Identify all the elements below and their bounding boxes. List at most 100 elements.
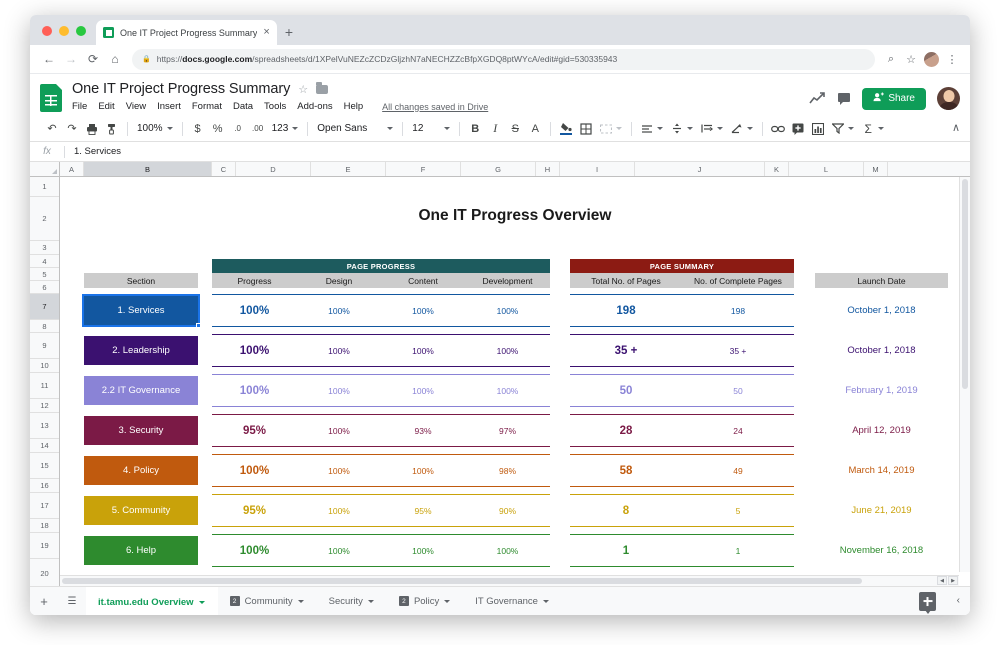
row-header-9[interactable]: 9 [30, 333, 59, 359]
summary-row[interactable]: 11 [570, 534, 794, 567]
menu-tools[interactable]: Tools [264, 101, 286, 112]
fill-handle[interactable] [196, 323, 201, 328]
text-color-button[interactable]: A [525, 119, 545, 139]
row-header-16[interactable]: 16 [30, 479, 59, 493]
row-header-3[interactable]: 3 [30, 241, 59, 255]
chevron-down-icon[interactable] [616, 127, 623, 130]
chevron-down-icon[interactable] [657, 127, 664, 130]
minimize-window-button[interactable] [59, 26, 69, 36]
horizontal-scroll-thumb[interactable] [62, 578, 862, 584]
close-window-button[interactable] [42, 26, 52, 36]
horizontal-align-icon[interactable] [637, 119, 657, 139]
summary-row[interactable]: 58 49 [570, 454, 794, 487]
chevron-down-icon[interactable] [848, 127, 855, 130]
user-avatar[interactable] [937, 87, 960, 110]
menu-insert[interactable]: Insert [157, 101, 181, 112]
sheets-logo-icon[interactable] [40, 84, 62, 112]
browser-profile-avatar[interactable] [924, 51, 939, 67]
column-header-k[interactable]: K [765, 162, 789, 176]
column-header-e[interactable]: E [311, 162, 386, 176]
progress-row[interactable]: 100% 100% 100% 100% [212, 334, 550, 367]
new-tab-button[interactable]: + [285, 25, 293, 39]
url-input[interactable]: 🔒 https://docs.google.com/spreadsheets/d… [132, 48, 875, 70]
text-wrap-icon[interactable] [697, 119, 717, 139]
zoom-dropdown[interactable]: 100% [133, 119, 177, 139]
section-chip[interactable]: 1. Services [82, 294, 201, 328]
sheet-canvas[interactable]: One IT Progress Overview PAGE PROGRESS P… [60, 177, 970, 586]
chevron-down-icon[interactable] [444, 599, 451, 603]
link-icon[interactable] [768, 119, 788, 139]
progress-row[interactable]: 95% 100% 95% 90% [212, 494, 550, 527]
row-header-4[interactable]: 4 [30, 255, 59, 268]
summary-row[interactable]: 28 24 [570, 414, 794, 447]
vertical-scroll-thumb[interactable] [962, 179, 968, 389]
row-header-5[interactable]: 5 [30, 268, 59, 281]
vertical-align-icon[interactable] [667, 119, 687, 139]
row-header-15[interactable]: 15 [30, 453, 59, 479]
fill-color-icon[interactable] [556, 119, 576, 139]
scroll-right-icon[interactable]: ▶ [948, 576, 958, 585]
row-header-2[interactable]: 2 [30, 197, 59, 241]
row-header-18[interactable]: 18 [30, 519, 59, 533]
functions-button[interactable]: Σ [858, 119, 878, 139]
row-header-8[interactable]: 8 [30, 320, 59, 333]
italic-button[interactable]: I [485, 119, 505, 139]
chevron-down-icon[interactable] [687, 127, 694, 130]
row-header-20[interactable]: 20 [30, 559, 59, 586]
chart-icon[interactable] [808, 119, 828, 139]
summary-row[interactable]: 85 [570, 494, 794, 527]
column-header-h[interactable]: H [536, 162, 560, 176]
font-family-dropdown[interactable]: Open Sans [313, 119, 397, 139]
more-formats-dropdown[interactable]: 123 [268, 119, 303, 139]
row-header-17[interactable]: 17 [30, 493, 59, 519]
home-icon[interactable]: ⌂ [104, 48, 126, 70]
sheet-tab-policy[interactable]: 2 Policy [387, 587, 463, 615]
folder-icon[interactable] [316, 82, 329, 94]
chevron-down-icon[interactable] [198, 600, 205, 604]
progress-row[interactable]: 100% 100% 100% 100% [212, 294, 550, 327]
column-header-m[interactable]: M [864, 162, 888, 176]
explore-button[interactable] [919, 592, 936, 611]
comment-icon[interactable] [837, 92, 851, 105]
sheet-tab-it-tamu-edu-overview[interactable]: it.tamu.edu Overview [86, 587, 218, 615]
row-header-10[interactable]: 10 [30, 359, 59, 373]
decrease-decimal-button[interactable]: .0 [228, 119, 248, 139]
browser-tab[interactable]: One IT Project Progress Summary × [96, 20, 277, 45]
add-sheet-button[interactable]: + [30, 587, 58, 615]
chevron-down-icon[interactable] [878, 127, 885, 130]
add-comment-icon[interactable] [788, 119, 808, 139]
strikethrough-button[interactable]: S [505, 119, 525, 139]
column-header-a[interactable]: A [60, 162, 84, 176]
progress-row[interactable]: 95% 100% 93% 97% [212, 414, 550, 447]
document-title[interactable]: One IT Project Progress Summary [72, 81, 290, 97]
forward-icon[interactable]: → [60, 48, 82, 70]
close-icon[interactable]: × [263, 27, 269, 38]
row-header-19[interactable]: 19 [30, 533, 59, 559]
progress-row[interactable]: 100% 100% 100% 100% [212, 374, 550, 407]
menu-help[interactable]: Help [344, 101, 364, 112]
column-header-f[interactable]: F [386, 162, 461, 176]
row-header-1[interactable]: 1 [30, 177, 59, 197]
chevron-down-icon[interactable] [542, 599, 549, 603]
summary-row[interactable]: 50 50 [570, 374, 794, 407]
back-icon[interactable]: ← [38, 48, 60, 70]
menu-edit[interactable]: Edit [98, 101, 114, 112]
chevron-down-icon[interactable] [747, 127, 754, 130]
bookmark-star-icon[interactable]: ☆ [901, 49, 921, 69]
collapse-sidebar-icon[interactable]: ‹ [957, 595, 960, 606]
sheet-tab-it-governance[interactable]: IT Governance [463, 587, 562, 615]
share-button[interactable]: Share [862, 87, 926, 110]
row-header-11[interactable]: 11 [30, 373, 59, 399]
save-status[interactable]: All changes saved in Drive [382, 102, 488, 112]
column-header-j[interactable]: J [635, 162, 765, 176]
section-chip[interactable]: 3. Security [84, 416, 198, 445]
progress-row[interactable]: 100% 100% 100% 98% [212, 454, 550, 487]
menu-format[interactable]: Format [192, 101, 222, 112]
font-size-dropdown[interactable]: 12 [408, 119, 454, 139]
section-chip[interactable]: 2. Leadership [84, 336, 198, 365]
section-chip[interactable]: 6. Help [84, 536, 198, 565]
chevron-down-icon[interactable] [297, 599, 304, 603]
percent-format-button[interactable]: % [208, 119, 228, 139]
print-icon[interactable] [82, 119, 102, 139]
formula-input[interactable]: 1. Services [65, 146, 970, 157]
